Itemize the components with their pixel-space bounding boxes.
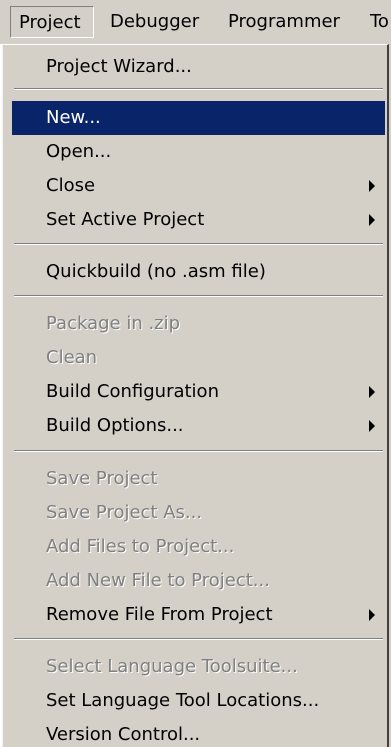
menu-separator	[14, 295, 383, 297]
menu-item-label: Save Project	[46, 468, 158, 489]
menu-item-label: Build Configuration	[46, 381, 219, 402]
submenu-arrow-icon	[369, 386, 375, 398]
menu-item-label: Select Language Toolsuite...	[46, 656, 298, 677]
menu-item-version-control[interactable]: Version Control...	[12, 718, 385, 747]
submenu-arrow-icon	[369, 180, 375, 192]
menu-item-label: Build Options...	[46, 415, 184, 436]
project-menu-dropdown: Project Wizard... New... Open... Close S…	[0, 44, 389, 747]
menu-item-label: Version Control...	[46, 724, 201, 745]
menu-item-label: Add Files to Project...	[46, 536, 235, 557]
menu-item-label: Save Project As...	[46, 502, 203, 523]
menu-item-add-new-file-to-project: Add New File to Project...	[12, 564, 385, 598]
submenu-arrow-icon	[369, 214, 375, 226]
menu-programmer[interactable]: Programmer	[228, 6, 340, 38]
menu-item-close[interactable]: Close	[12, 169, 385, 203]
menu-item-select-language-toolsuite: Select Language Toolsuite...	[12, 650, 385, 684]
menu-project[interactable]: Project	[10, 6, 94, 38]
submenu-arrow-icon	[369, 420, 375, 432]
menu-item-open[interactable]: Open...	[12, 135, 385, 169]
menu-debugger[interactable]: Debugger	[110, 6, 199, 38]
menu-item-save-project: Save Project	[12, 462, 385, 496]
menu-item-project-wizard[interactable]: Project Wizard...	[12, 50, 385, 84]
menu-item-label: Quickbuild (no .asm file)	[46, 261, 266, 282]
menu-item-label: Close	[46, 175, 96, 196]
menu-item-build-configuration[interactable]: Build Configuration	[12, 375, 385, 409]
menu-separator	[14, 638, 383, 640]
menu-item-label: Open...	[46, 141, 112, 162]
menu-item-label: Clean	[46, 347, 98, 368]
menu-separator	[14, 88, 383, 90]
submenu-arrow-icon	[369, 609, 375, 621]
menu-item-set-language-tool-locations[interactable]: Set Language Tool Locations...	[12, 684, 385, 718]
menu-item-label: Add New File to Project...	[46, 570, 270, 591]
menu-item-build-options[interactable]: Build Options...	[12, 409, 385, 443]
menu-item-set-active-project[interactable]: Set Active Project	[12, 203, 385, 237]
menu-item-label: New...	[46, 107, 101, 128]
menu-item-save-project-as: Save Project As...	[12, 496, 385, 530]
menu-item-label: Set Language Tool Locations...	[46, 690, 320, 711]
menu-item-label: Project Wizard...	[46, 56, 192, 77]
menu-separator	[14, 450, 383, 452]
menu-tools-truncated[interactable]: To	[370, 6, 389, 38]
menu-item-clean: Clean	[12, 341, 385, 375]
menu-bar: Project Debugger Programmer To	[0, 0, 391, 44]
menu-item-label: Package in .zip	[46, 313, 181, 334]
menu-separator	[14, 243, 383, 245]
menu-item-quickbuild[interactable]: Quickbuild (no .asm file)	[12, 255, 385, 289]
menu-item-new[interactable]: New...	[12, 101, 385, 135]
menu-item-remove-file-from-project[interactable]: Remove File From Project	[12, 598, 385, 632]
menu-item-label: Remove File From Project	[46, 604, 273, 625]
menu-item-add-files-to-project: Add Files to Project...	[12, 530, 385, 564]
menu-item-label: Set Active Project	[46, 209, 205, 230]
menu-item-package-in-zip: Package in .zip	[12, 307, 385, 341]
